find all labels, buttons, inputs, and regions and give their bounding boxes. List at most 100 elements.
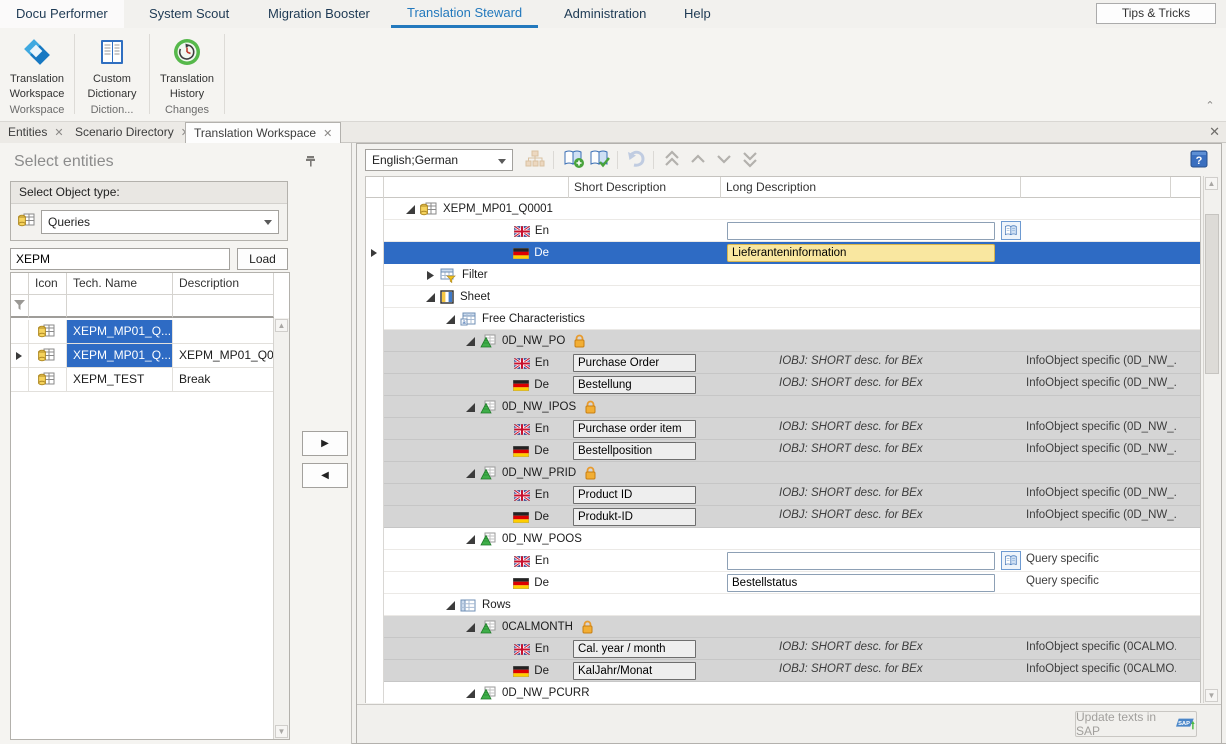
tree-language-row[interactable]: EnProduct IDIOBJ: SHORT desc. for BExInf… [366, 484, 1200, 506]
translation-text-input[interactable]: Bestellstatus [727, 574, 995, 592]
menu-translation-steward[interactable]: Translation Steward [391, 0, 538, 28]
tree-language-row[interactable]: DeKalJahr/MonatIOBJ: SHORT desc. for BEx… [366, 660, 1200, 682]
tree-node[interactable]: 0D_NW_PO [466, 330, 1200, 352]
tree-expanded-icon[interactable] [466, 689, 475, 698]
translation-text-input[interactable]: Produkt-ID [573, 508, 696, 526]
tree-group-row[interactable]: 0D_NW_IPOS [366, 396, 1200, 418]
translation-text-input[interactable]: Bestellung [573, 376, 696, 394]
tree-language-row[interactable]: En [366, 220, 1200, 242]
language-dropdown[interactable]: English;German [365, 149, 513, 171]
description-cell[interactable]: Break [173, 368, 274, 392]
tree-node[interactable]: 0CALMONTH [466, 616, 1200, 638]
tab-entities[interactable]: Entities✕ [0, 122, 73, 143]
tree-expanded-icon[interactable] [446, 601, 455, 610]
tree-language-row[interactable]: DeBestellungIOBJ: SHORT desc. for BExInf… [366, 374, 1200, 396]
tab-scenario-directory[interactable]: Scenario Directory✕ [67, 122, 199, 143]
translation-text-input[interactable]: Bestellposition [573, 442, 696, 460]
tree-expanded-icon[interactable] [426, 293, 435, 302]
tips-and-tricks-button[interactable]: Tips & Tricks [1096, 3, 1216, 24]
table-header-tech-name[interactable]: Tech. Name [67, 273, 173, 295]
menu-migration-booster[interactable]: Migration Booster [252, 0, 386, 28]
tree-node[interactable]: Sheet [426, 286, 1200, 308]
translation-text-input[interactable]: Purchase Order [573, 354, 696, 372]
entity-table-row[interactable]: XEPM_MP01_Q...XEPM_MP01_Q0002 [11, 344, 274, 368]
tabstrip-close-icon[interactable]: ✕ [1209, 124, 1220, 140]
header-extra-column[interactable] [1021, 177, 1171, 198]
table-header-icon[interactable]: Icon [29, 273, 67, 295]
move-bottom-icon[interactable] [741, 149, 763, 171]
translation-text-input[interactable]: Cal. year / month [573, 640, 696, 658]
tree-group-row[interactable]: 0D_NW_PCURR [366, 682, 1200, 703]
scroll-up-icon[interactable]: ▲ [1205, 177, 1218, 190]
pin-icon[interactable] [305, 155, 317, 167]
tab-close-icon[interactable]: ✕ [54, 127, 63, 139]
tree-node[interactable]: 0D_NW_PCURR [466, 682, 1200, 703]
ribbon-collapse-icon[interactable]: ⌃ [1202, 100, 1218, 114]
tree-language-row[interactable]: DeLieferanteninformation [366, 242, 1200, 264]
tree-node[interactable]: 0D_NW_PRID [466, 462, 1200, 484]
tree-group-row[interactable]: Rows [366, 594, 1200, 616]
translation-text-input[interactable] [727, 552, 995, 570]
scroll-up-icon[interactable]: ▲ [275, 319, 288, 332]
tree-group-row[interactable]: XEPM_MP01_Q0001 [366, 198, 1200, 220]
load-button[interactable]: Load [237, 248, 288, 270]
tree-language-row[interactable]: EnQuery specific [366, 550, 1200, 572]
tree-expanded-icon[interactable] [466, 337, 475, 346]
object-type-dropdown[interactable]: Queries [41, 210, 279, 234]
translation-workspace-button[interactable]: Translation Workspace [2, 32, 72, 114]
tree-node[interactable]: XEPM_MP01_Q0001 [406, 198, 1200, 220]
move-down-icon[interactable] [715, 149, 737, 171]
tech-name-cell[interactable]: XEPM_TEST [67, 368, 173, 392]
tree-language-row[interactable]: EnCal. year / monthIOBJ: SHORT desc. for… [366, 638, 1200, 660]
tree-language-row[interactable]: DeBestellpositionIOBJ: SHORT desc. for B… [366, 440, 1200, 462]
approve-translation-icon[interactable] [589, 149, 611, 171]
move-selected-left-button[interactable]: ◀ [302, 463, 348, 488]
tree-collapsed-icon[interactable] [426, 271, 435, 280]
tree-language-row[interactable]: DeBestellstatusQuery specific [366, 572, 1200, 594]
tree-expanded-icon[interactable] [446, 315, 455, 324]
tree-expanded-icon[interactable] [406, 205, 415, 214]
filter-row-cell[interactable] [67, 295, 173, 318]
table-header-description[interactable]: Description [173, 273, 274, 295]
tree-language-row[interactable]: EnPurchase OrderIOBJ: SHORT desc. for BE… [366, 352, 1200, 374]
dictionary-lookup-button[interactable] [1001, 221, 1021, 240]
tree-expanded-icon[interactable] [466, 535, 475, 544]
tree-node[interactable]: aFree Characteristics [446, 308, 1200, 330]
scroll-down-icon[interactable]: ▼ [275, 725, 288, 738]
header-short-description[interactable]: Short Description [569, 177, 721, 198]
tree-node[interactable]: 0D_NW_IPOS [466, 396, 1200, 418]
move-selected-right-button[interactable]: ▶ [302, 431, 348, 456]
tree-group-row[interactable]: Filter [366, 264, 1200, 286]
entity-table-row[interactable]: XEPM_TESTBreak [11, 368, 274, 392]
tab-close-icon[interactable]: ✕ [323, 128, 332, 140]
menu-system-scout[interactable]: System Scout [133, 0, 245, 28]
menu-docu-performer[interactable]: Docu Performer [0, 0, 124, 28]
custom-dictionary-button[interactable]: Custom Dictionary [77, 32, 147, 114]
filter-row-cell[interactable] [11, 295, 29, 318]
help-icon[interactable]: ? [1189, 149, 1209, 169]
tree-node[interactable]: Rows [446, 594, 1200, 616]
translation-text-input[interactable]: Purchase order item [573, 420, 696, 438]
entity-table-row[interactable]: XEPM_MP01_Q... [11, 320, 274, 344]
tab-translation-workspace[interactable]: Translation Workspace✕ [185, 122, 341, 143]
tree-expanded-icon[interactable] [466, 403, 475, 412]
tech-name-cell[interactable]: XEPM_MP01_Q... [67, 344, 173, 368]
tree-group-row[interactable]: 0D_NW_PO [366, 330, 1200, 352]
tree-language-row[interactable]: DeProdukt-IDIOBJ: SHORT desc. for BExInf… [366, 506, 1200, 528]
dictionary-lookup-button[interactable] [1001, 551, 1021, 570]
menu-help[interactable]: Help [668, 0, 727, 28]
tree-language-row[interactable]: EnPurchase order itemIOBJ: SHORT desc. f… [366, 418, 1200, 440]
undo-icon[interactable] [625, 149, 647, 171]
move-up-icon[interactable] [689, 149, 711, 171]
header-long-description[interactable]: Long Description [721, 177, 1021, 198]
update-texts-in-sap-button[interactable]: Update texts in SAP SAP [1075, 711, 1197, 737]
translation-text-input[interactable]: Product ID [573, 486, 696, 504]
entity-search-input[interactable] [10, 248, 230, 270]
scrollbar-thumb[interactable] [1205, 214, 1219, 374]
filter-row-cell[interactable] [29, 295, 67, 318]
table-scrollbar[interactable]: ▲ ▼ [273, 318, 289, 739]
tree-expanded-icon[interactable] [466, 469, 475, 478]
hierarchy-icon[interactable] [525, 149, 547, 171]
translation-text-input[interactable]: Lieferanteninformation [727, 244, 995, 262]
tree-group-row[interactable]: 0D_NW_POOS [366, 528, 1200, 550]
